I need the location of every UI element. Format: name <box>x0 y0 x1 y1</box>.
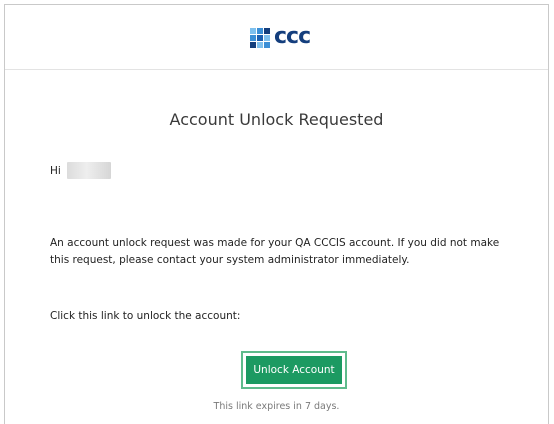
greeting-text: Hi <box>50 165 61 177</box>
unlock-message: An account unlock request was made for y… <box>50 237 500 266</box>
email-header: ccc <box>5 5 548 70</box>
expiry-note: This link expires in 7 days. <box>213 401 340 412</box>
unlock-button-frame: Unlock Account <box>241 351 347 389</box>
ccc-logo: ccc <box>250 24 340 50</box>
redacted-name <box>66 162 111 179</box>
greeting: Hi <box>50 162 111 180</box>
email-frame: ccc Account Unlock Requested Hi An accou… <box>4 4 549 424</box>
email-title: Account Unlock Requested <box>169 110 384 129</box>
logo-text: ccc <box>274 24 311 49</box>
ccc-grid-logo-icon <box>250 28 270 48</box>
unlock-account-button[interactable]: Unlock Account <box>246 356 342 384</box>
link-prompt: Click this link to unlock the account: <box>50 310 241 322</box>
